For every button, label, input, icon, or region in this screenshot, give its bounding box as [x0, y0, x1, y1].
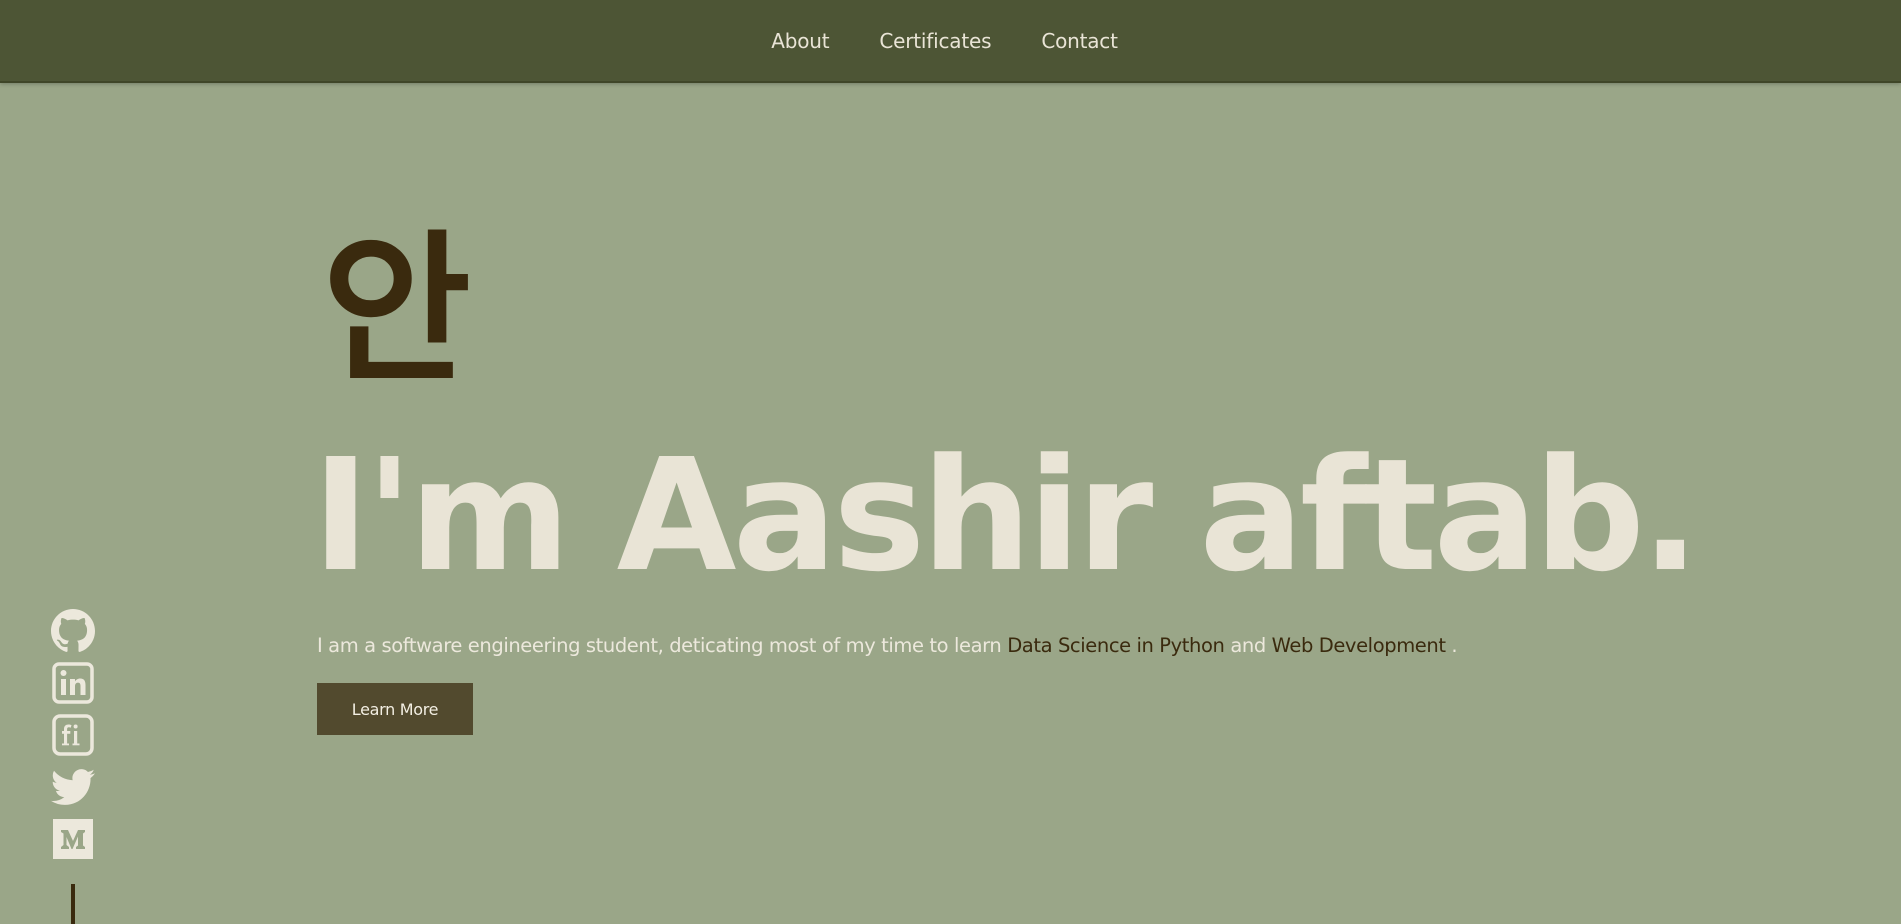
nav-link-contact[interactable]: Contact	[1041, 29, 1118, 53]
nav-link-certificates[interactable]: Certificates	[879, 29, 991, 53]
intro-middle: and	[1224, 634, 1272, 657]
hero-intro: I am a software engineering student, det…	[317, 634, 1458, 657]
linkedin-icon	[52, 662, 94, 704]
social-links	[50, 608, 96, 868]
intro-highlight-data-science: Data Science in Python	[1007, 634, 1225, 657]
navbar: About Certificates Contact	[0, 0, 1901, 83]
nav-links: About Certificates Contact	[0, 0, 1901, 81]
hero-headline: I'm Aashir aftab.	[312, 425, 1700, 606]
twitter-link[interactable]	[50, 764, 96, 810]
twitter-icon	[51, 769, 95, 805]
intro-suffix: .	[1445, 634, 1458, 657]
intro-prefix: I am a software engineering student, det…	[317, 634, 1008, 657]
linkedin-link[interactable]	[50, 660, 96, 706]
social-divider-line	[71, 884, 75, 924]
nav-link-about[interactable]: About	[771, 29, 829, 53]
medium-icon	[53, 819, 93, 859]
github-icon	[51, 609, 95, 652]
medium-link[interactable]	[50, 816, 96, 862]
intro-highlight-web-development: Web Development	[1271, 634, 1446, 657]
freecodecamp-link[interactable]	[50, 712, 96, 758]
learn-more-button[interactable]: Learn More	[317, 683, 473, 735]
freecodecamp-icon	[52, 714, 94, 756]
korean-greeting-glyph: 안	[322, 217, 472, 405]
github-link[interactable]	[50, 608, 96, 654]
